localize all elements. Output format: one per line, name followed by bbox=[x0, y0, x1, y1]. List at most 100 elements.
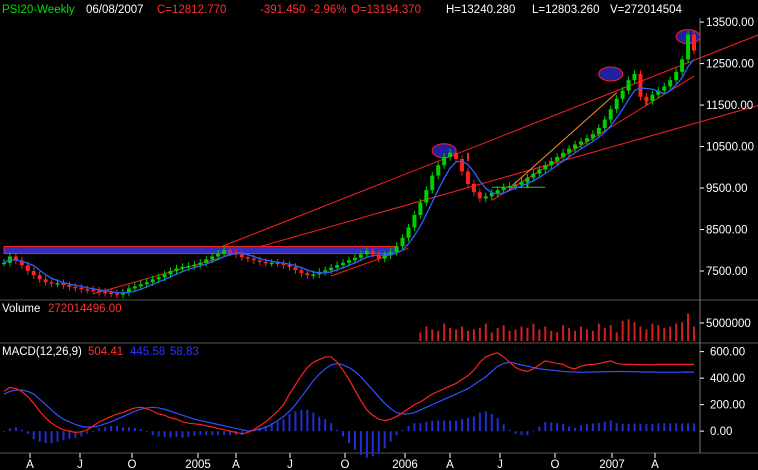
macd-histogram-bar bbox=[579, 425, 582, 432]
candle-body bbox=[204, 259, 209, 263]
volume-bar bbox=[609, 325, 612, 341]
candle-body bbox=[394, 246, 399, 252]
macd-histogram-bar bbox=[687, 423, 690, 432]
macd-histogram-bar bbox=[609, 420, 612, 432]
volume-bar bbox=[669, 326, 672, 341]
volume-bar bbox=[645, 329, 648, 341]
candle-body bbox=[150, 279, 155, 283]
candle-body bbox=[180, 266, 185, 269]
candle-body bbox=[644, 96, 649, 101]
macd-histogram-bar bbox=[550, 422, 553, 432]
macd-histogram-bar bbox=[294, 411, 297, 432]
volume-bar bbox=[544, 326, 547, 341]
x-tick-label: 2007 bbox=[599, 459, 625, 470]
macd-histogram-bar bbox=[56, 431, 59, 442]
candle-body bbox=[543, 165, 548, 170]
x-tick-label: A bbox=[651, 459, 659, 470]
volume-bar bbox=[419, 332, 422, 341]
high-label: H=13240.280 bbox=[446, 4, 515, 16]
macd-series bbox=[3, 352, 695, 458]
candle-body bbox=[680, 59, 685, 72]
candle-body bbox=[222, 250, 227, 254]
macd-histogram-bar bbox=[175, 431, 178, 438]
macd-histogram-bar bbox=[139, 429, 142, 432]
macd-histogram-bar bbox=[145, 431, 148, 432]
candle-body bbox=[674, 71, 679, 81]
macd-histogram-bar bbox=[336, 429, 339, 432]
macd-histogram-bar bbox=[127, 427, 130, 432]
volume-bar bbox=[490, 332, 493, 341]
candle-body bbox=[31, 271, 36, 276]
volume-bar bbox=[520, 326, 523, 341]
candle-body bbox=[305, 273, 310, 276]
candle-body bbox=[138, 284, 143, 287]
candle-body bbox=[525, 177, 530, 182]
macd-histogram-bar bbox=[187, 431, 190, 438]
macd-histogram-bar bbox=[443, 420, 446, 432]
macd-histogram-bar bbox=[104, 427, 107, 432]
volume-bar bbox=[615, 332, 618, 341]
candle-body bbox=[299, 270, 304, 274]
upper-trendline bbox=[212, 34, 758, 251]
macd-histogram-bar bbox=[401, 429, 404, 432]
candle-body bbox=[412, 215, 417, 228]
volume-bar bbox=[579, 326, 582, 341]
candle-body bbox=[73, 286, 78, 289]
price-tick-label: 11500.00 bbox=[706, 100, 753, 112]
macd-histogram-bar bbox=[425, 421, 428, 432]
macd-histogram-bar bbox=[157, 431, 160, 437]
macd-histogram-bar bbox=[121, 427, 124, 432]
candle-body bbox=[501, 187, 506, 191]
volume-bar bbox=[568, 327, 571, 341]
candle-body bbox=[567, 148, 572, 153]
macd-histogram-bar bbox=[62, 431, 65, 441]
macd-histogram-bar bbox=[633, 423, 636, 432]
macd-histogram-bar bbox=[44, 431, 47, 444]
macd-histogram-bar bbox=[98, 428, 101, 432]
candle-body bbox=[448, 152, 453, 157]
macd-histogram-bar bbox=[92, 431, 95, 432]
macd-histogram-bar bbox=[693, 423, 695, 432]
x-tick-label: J bbox=[77, 459, 83, 470]
candle-body bbox=[668, 80, 673, 87]
symbol-label: PSI20-Weekly bbox=[2, 4, 75, 16]
macd-histogram-bar bbox=[163, 431, 166, 438]
candle-body bbox=[311, 274, 316, 276]
price-series bbox=[2, 30, 696, 299]
candle-body bbox=[174, 268, 179, 272]
change-pct-label: -2.96% bbox=[310, 4, 346, 16]
macd-histogram-bar bbox=[413, 423, 416, 432]
candle-body bbox=[400, 237, 405, 247]
volume-bar bbox=[603, 327, 606, 341]
macd-histogram-bar bbox=[151, 431, 154, 436]
volume-bar bbox=[675, 323, 678, 341]
macd-tick-label: 200.00 bbox=[710, 400, 745, 412]
volume-bar bbox=[663, 327, 666, 341]
candle-body bbox=[519, 181, 524, 185]
volume-bar bbox=[461, 326, 464, 341]
candle-body bbox=[257, 260, 262, 262]
macd-histogram-bar bbox=[472, 416, 475, 432]
x-tick-label: O bbox=[341, 459, 350, 470]
candle-body bbox=[43, 279, 48, 283]
macd-histogram-bar bbox=[300, 409, 303, 432]
x-tick-label: J bbox=[287, 459, 293, 470]
candle-body bbox=[507, 185, 512, 188]
close-label: C=12812.770 bbox=[157, 4, 226, 16]
candle-body bbox=[632, 73, 637, 81]
macd-histogram-bar bbox=[288, 413, 291, 432]
macd-histogram-bar bbox=[38, 431, 41, 442]
macd-title: MACD(12,26,9) bbox=[2, 346, 82, 358]
volume-bar bbox=[532, 323, 535, 341]
candle-body bbox=[454, 152, 459, 159]
macd-histogram-bar bbox=[597, 422, 600, 432]
candle-body bbox=[198, 262, 203, 265]
macd-tick-label: 0.00 bbox=[710, 426, 732, 438]
stock-chart: 13500.00 12500.00 11500.00 10500.00 9500.00 8… bbox=[0, 4, 758, 470]
volume-bar bbox=[431, 329, 434, 341]
candle-body bbox=[341, 262, 346, 266]
x-tick-label: A bbox=[446, 459, 454, 470]
candle-body bbox=[513, 184, 518, 187]
candle-body bbox=[91, 289, 96, 292]
x-tick-label: A bbox=[26, 459, 34, 470]
